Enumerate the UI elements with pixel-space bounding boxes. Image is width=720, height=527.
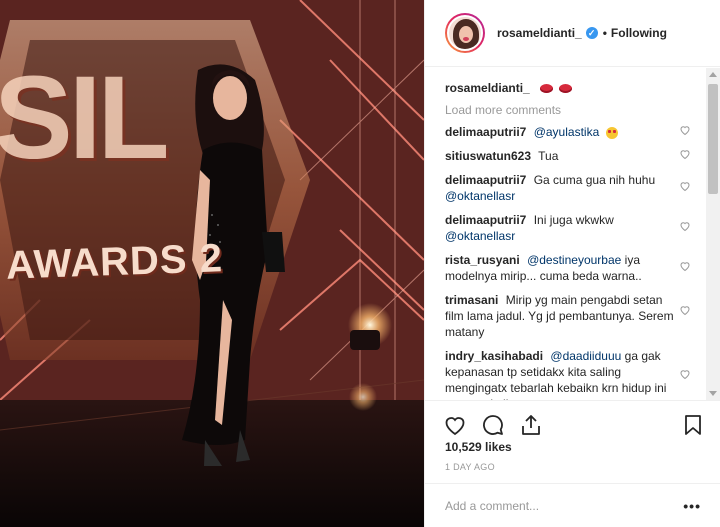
comment-text: Tua	[538, 149, 559, 163]
load-more-comments-link[interactable]: Load more comments	[425, 96, 720, 118]
verified-badge-icon: ✓	[585, 27, 598, 39]
instagram-post: SIL AWARDS 2 rosameldianti_ ✓ • Followin…	[0, 0, 720, 527]
comment-username[interactable]: delimaaputrii7	[445, 173, 526, 187]
comment-text: Ga cuma gua nih huhu	[533, 173, 656, 187]
comment-item: trimasani Mirip yg main pengabdi setan f…	[425, 292, 720, 340]
post-photo[interactable]: SIL AWARDS 2	[0, 0, 424, 527]
comment-mention[interactable]: @oktanellasr	[445, 229, 515, 243]
comment-mention[interactable]: @ayulastika	[534, 125, 600, 139]
scrollbar-thumb[interactable]	[708, 84, 718, 194]
scroll-up-arrow-icon[interactable]	[709, 72, 717, 77]
comment-item: delimaaputrii7 Ga cuma gua nih huhu @okt…	[425, 172, 720, 204]
comment-mention[interactable]: @destineyourbae	[527, 253, 621, 267]
post-header: rosameldianti_ ✓ • Following	[425, 0, 720, 67]
comment-mention[interactable]: @oktanellasr	[445, 189, 515, 203]
comment-username[interactable]: delimaaputrii7	[445, 125, 526, 139]
comment-icon[interactable]	[481, 413, 505, 437]
more-options-button[interactable]: •••	[683, 498, 701, 514]
add-comment-input[interactable]	[445, 498, 676, 513]
photo-backdrop-big: SIL	[0, 52, 170, 184]
comment-username[interactable]: trimasani	[445, 293, 498, 307]
header-user-line: rosameldianti_ ✓ • Following	[497, 26, 667, 40]
comment-items: delimaaputrii7 @ayulastika sitiuswatun62…	[425, 118, 720, 400]
comment-text: Ini juga wkwkw	[533, 213, 614, 227]
star-struck-emoji-icon	[605, 126, 618, 139]
comment-like-icon[interactable]	[679, 220, 691, 232]
comment-like-icon[interactable]	[679, 304, 691, 316]
comment-like-icon[interactable]	[679, 148, 691, 160]
avatar[interactable]	[445, 13, 485, 53]
post-actions	[425, 400, 720, 438]
comments-list[interactable]: rosameldianti_ Load more comments delima…	[425, 68, 720, 400]
scroll-down-arrow-icon[interactable]	[709, 391, 717, 396]
comment-like-icon[interactable]	[679, 368, 691, 380]
lips-emoji-icon	[540, 84, 554, 94]
comment-username[interactable]: indry_kasihabadi	[445, 349, 543, 363]
comment-item: rista_rusyani @destineyourbae iya modeln…	[425, 252, 720, 284]
comment-item: sitiuswatun623 Tua	[425, 148, 720, 164]
likes-count[interactable]: 10,529 likes	[445, 440, 512, 454]
comment-mention[interactable]: @daadiiduuu	[550, 349, 621, 363]
post-timestamp[interactable]: 1 DAY AGO	[445, 462, 495, 472]
post-caption: rosameldianti_	[425, 68, 720, 96]
comment-username[interactable]: rista_rusyani	[445, 253, 520, 267]
photo-backdrop-text: AWARDS 2	[5, 236, 224, 288]
comment-item: indry_kasihabadi @daadiiduuu ga gak kepa…	[425, 348, 720, 400]
comment-item: delimaaputrii7 Ini juga wkwkw @oktanella…	[425, 212, 720, 244]
comment-like-icon[interactable]	[679, 124, 691, 136]
add-comment-bar: •••	[425, 483, 720, 527]
comment-like-icon[interactable]	[679, 260, 691, 272]
share-icon[interactable]	[519, 413, 543, 437]
post-side-panel: rosameldianti_ ✓ • Following rosameldian…	[424, 0, 720, 527]
lips-emoji-icon	[559, 84, 573, 94]
following-button[interactable]: Following	[611, 26, 667, 40]
caption-username[interactable]: rosameldianti_	[445, 81, 530, 95]
comment-like-icon[interactable]	[679, 180, 691, 192]
comment-username[interactable]: delimaaputrii7	[445, 213, 526, 227]
heart-icon[interactable]	[443, 413, 467, 437]
comment-item: delimaaputrii7 @ayulastika	[425, 124, 720, 140]
header-username[interactable]: rosameldianti_	[497, 26, 582, 40]
header-separator: •	[602, 26, 607, 40]
bookmark-icon[interactable]	[681, 413, 705, 437]
comment-username[interactable]: sitiuswatun623	[445, 149, 531, 163]
comments-scrollbar[interactable]	[706, 68, 720, 400]
